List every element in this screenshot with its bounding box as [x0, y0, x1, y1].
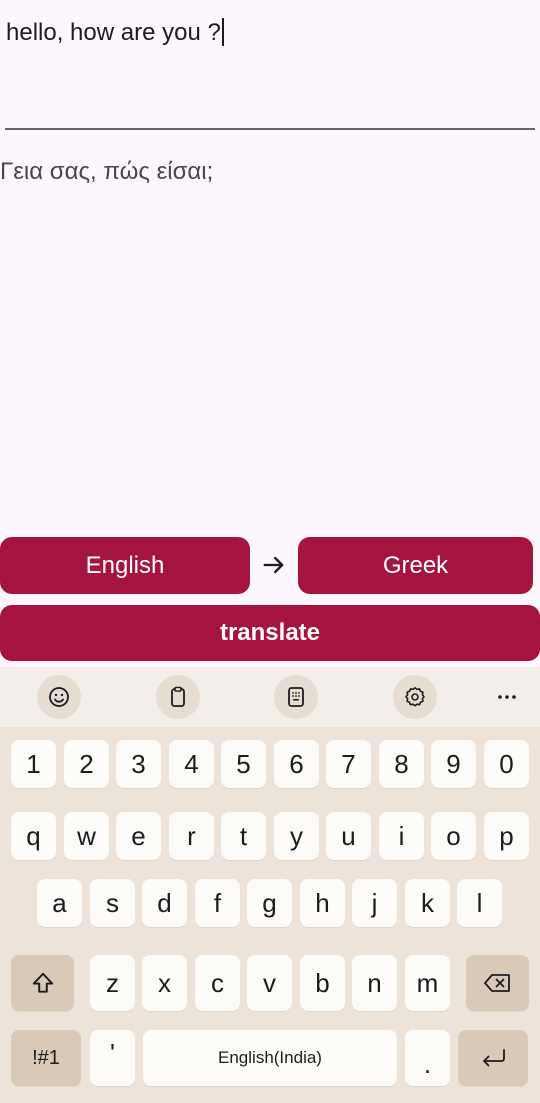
period-key[interactable]: .	[405, 1030, 450, 1086]
text-caret	[221, 18, 224, 46]
translate-button[interactable]: translate	[0, 605, 540, 661]
key-1[interactable]: 1	[11, 740, 56, 788]
enter-icon	[483, 1049, 505, 1067]
backspace-key[interactable]	[466, 955, 529, 1011]
key-d[interactable]: d	[142, 879, 187, 927]
key-h[interactable]: h	[300, 879, 345, 927]
comma-key[interactable]: '	[90, 1030, 135, 1086]
key-k[interactable]: k	[405, 879, 450, 927]
key-8[interactable]: 8	[379, 740, 424, 788]
key-x[interactable]: x	[142, 955, 187, 1011]
backspace-icon	[483, 974, 510, 992]
key-t[interactable]: t	[221, 812, 266, 860]
key-o[interactable]: o	[431, 812, 476, 860]
key-m[interactable]: m	[405, 955, 450, 1011]
key-9[interactable]: 9	[431, 740, 476, 788]
clipboard-icon[interactable]	[156, 675, 200, 719]
key-g[interactable]: g	[247, 879, 292, 927]
emoji-icon[interactable]	[37, 675, 81, 719]
key-l[interactable]: l	[457, 879, 502, 927]
key-f[interactable]: f	[195, 879, 240, 927]
key-2[interactable]: 2	[64, 740, 109, 788]
source-text-field[interactable]: hello, how are you ?	[0, 0, 540, 132]
key-r[interactable]: r	[169, 812, 214, 860]
key-j[interactable]: j	[352, 879, 397, 927]
more-icon[interactable]	[485, 675, 529, 719]
key-u[interactable]: u	[326, 812, 371, 860]
keyboard-toolbar	[0, 667, 540, 727]
key-q[interactable]: q	[11, 812, 56, 860]
target-language-button[interactable]: Greek	[298, 537, 533, 594]
key-i[interactable]: i	[379, 812, 424, 860]
enter-key[interactable]	[458, 1030, 528, 1086]
key-w[interactable]: w	[64, 812, 109, 860]
key-v[interactable]: v	[247, 955, 292, 1011]
source-language-button[interactable]: English	[0, 537, 250, 594]
key-c[interactable]: c	[195, 955, 240, 1011]
key-b[interactable]: b	[300, 955, 345, 1011]
shift-icon	[32, 972, 53, 993]
key-0[interactable]: 0	[484, 740, 529, 788]
symbols-key[interactable]: !#1	[11, 1030, 81, 1086]
key-p[interactable]: p	[484, 812, 529, 860]
key-5[interactable]: 5	[221, 740, 266, 788]
key-4[interactable]: 4	[169, 740, 214, 788]
key-n[interactable]: n	[352, 955, 397, 1011]
arrow-right-icon	[258, 549, 290, 581]
source-text-value[interactable]: hello, how are you ?	[6, 18, 224, 47]
key-6[interactable]: 6	[274, 740, 319, 788]
settings-icon[interactable]	[393, 675, 437, 719]
key-a[interactable]: a	[37, 879, 82, 927]
key-s[interactable]: s	[90, 879, 135, 927]
key-z[interactable]: z	[90, 955, 135, 1011]
space-key[interactable]: English(India)	[143, 1030, 397, 1086]
key-e[interactable]: e	[116, 812, 161, 860]
key-7[interactable]: 7	[326, 740, 371, 788]
key-y[interactable]: y	[274, 812, 319, 860]
shift-key[interactable]	[11, 955, 74, 1011]
keypad-icon[interactable]	[274, 675, 318, 719]
translated-text: Γεια σας, πώς είσαι;	[0, 158, 214, 185]
source-field-underline	[5, 128, 535, 130]
key-3[interactable]: 3	[116, 740, 161, 788]
on-screen-keyboard: 1 2 3 4 5 6 7 8 9 0 q w e r t y u i o p …	[0, 667, 540, 1103]
